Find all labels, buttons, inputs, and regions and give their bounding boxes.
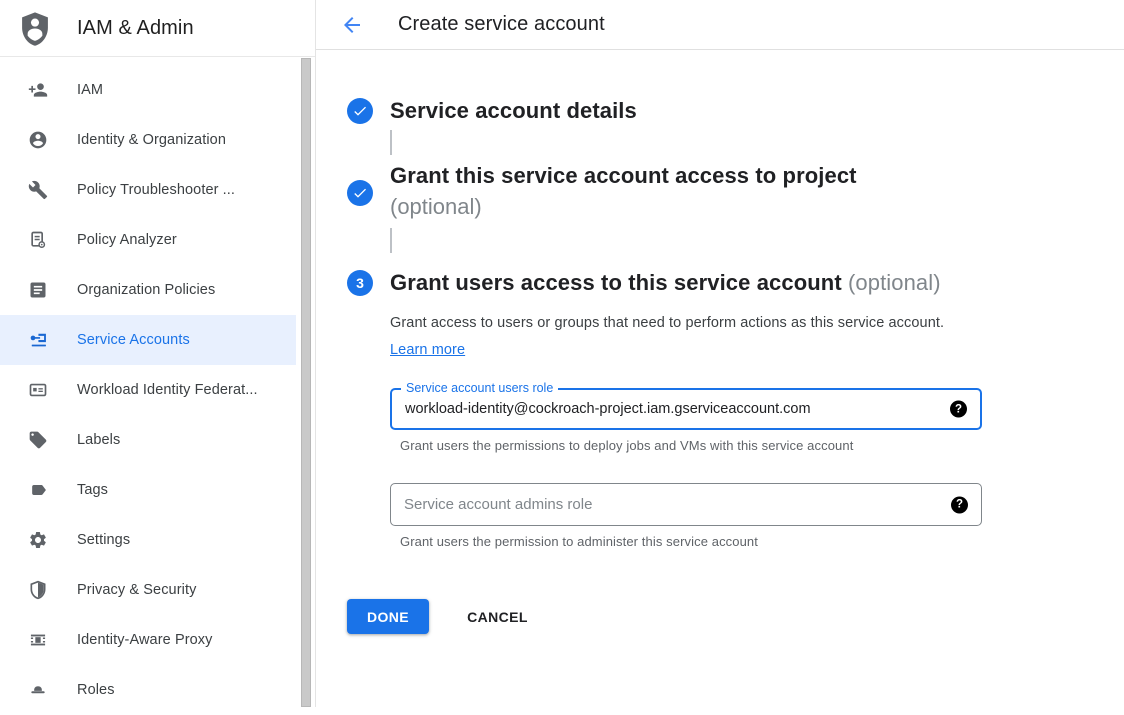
sidebar-item-privacy-security[interactable]: Privacy & Security [0, 565, 296, 615]
users-role-helper-text: Grant users the permissions to deploy jo… [400, 438, 982, 453]
step-description-text: Grant access to users or groups that nee… [390, 315, 944, 331]
sidebar-item-label: Service Accounts [77, 332, 190, 348]
step-number: 3 [356, 275, 364, 291]
roles-hat-icon [28, 680, 48, 700]
stepper-content: Service account details Grant this servi… [316, 50, 1124, 634]
account-circle-icon [28, 130, 48, 150]
users-role-field-container: Service account users role ? [390, 388, 982, 430]
article-icon [28, 280, 48, 300]
sidebar-item-policy-analyzer[interactable]: Policy Analyzer [0, 215, 296, 265]
step-description: Grant access to users or groups that nee… [390, 310, 946, 364]
sidebar-item-roles[interactable]: Roles [0, 665, 296, 715]
step-optional-label: (optional) [848, 270, 941, 295]
sidebar-item-settings[interactable]: Settings [0, 515, 296, 565]
sidebar-item-label: Roles [77, 682, 115, 698]
sidebar-item-label: Policy Troubleshooter ... [77, 182, 235, 198]
tag-arrow-icon [28, 480, 48, 500]
person-add-icon [28, 80, 48, 100]
help-icon[interactable]: ? [950, 401, 967, 418]
help-icon[interactable]: ? [951, 496, 968, 513]
policy-analyzer-icon [28, 230, 48, 250]
sidebar-item-label: Tags [77, 482, 108, 498]
step-title: Grant this service account access to pro… [390, 163, 857, 189]
sidebar-item-label: Labels [77, 432, 120, 448]
sidebar-item-identity-organization[interactable]: Identity & Organization [0, 115, 296, 165]
sidebar-header: IAM & Admin [0, 0, 315, 57]
service-account-key-icon [28, 330, 48, 350]
sidebar-item-policy-troubleshooter[interactable]: Policy Troubleshooter ... [0, 165, 296, 215]
sidebar-item-label: Organization Policies [77, 282, 215, 298]
step-title: Grant users access to this service accou… [390, 270, 982, 296]
learn-more-link[interactable]: Learn more [390, 342, 465, 358]
sidebar-item-labels[interactable]: Labels [0, 415, 296, 465]
sidebar-item-label: IAM [77, 82, 103, 98]
wrench-icon [28, 180, 48, 200]
sidebar-item-label: Privacy & Security [77, 582, 196, 598]
admins-role-input[interactable] [391, 484, 981, 525]
iam-admin-shield-logo-icon [17, 10, 53, 46]
step-1-service-account-details: Service account details [347, 98, 1100, 124]
step-optional-label: (optional) [390, 192, 857, 222]
users-role-field-label: Service account users role [401, 381, 558, 396]
step-connector [390, 130, 392, 155]
step-connector [390, 228, 392, 253]
sidebar-nav: IAM Identity & Organization Policy Troub… [0, 57, 315, 715]
shield-icon [28, 580, 48, 600]
sidebar-item-label: Identity-Aware Proxy [77, 632, 213, 648]
sidebar: IAM & Admin IAM Identity & Organization … [0, 0, 316, 707]
page-title: Create service account [398, 13, 605, 36]
sidebar-item-iam[interactable]: IAM [0, 65, 296, 115]
sidebar-item-tags[interactable]: Tags [0, 465, 296, 515]
back-arrow-icon[interactable] [340, 13, 364, 37]
admins-role-field-container: ? [390, 483, 982, 526]
step-3-grant-users-access: 3 Grant users access to this service acc… [347, 270, 1100, 549]
page-header: Create service account [316, 0, 1124, 50]
sidebar-item-label: Workload Identity Federat... [77, 382, 258, 398]
sidebar-scrollbar[interactable] [301, 58, 311, 707]
cancel-button[interactable]: CANCEL [459, 599, 536, 634]
step-title: Service account details [390, 98, 637, 124]
main-panel: Create service account Service account d… [316, 0, 1124, 707]
proxy-icon [28, 630, 48, 650]
admins-role-helper-text: Grant users the permission to administer… [400, 534, 982, 549]
sidebar-item-organization-policies[interactable]: Organization Policies [0, 265, 296, 315]
sidebar-item-workload-identity-federation[interactable]: Workload Identity Federat... [0, 365, 296, 415]
step-completed-check-icon [347, 180, 373, 206]
step-completed-check-icon [347, 98, 373, 124]
sidebar-item-identity-aware-proxy[interactable]: Identity-Aware Proxy [0, 615, 296, 665]
sidebar-item-label: Settings [77, 532, 130, 548]
done-button[interactable]: DONE [347, 599, 429, 634]
gear-icon [28, 530, 48, 550]
sidebar-item-service-accounts[interactable]: Service Accounts [0, 315, 296, 365]
sidebar-item-label: Identity & Organization [77, 132, 226, 148]
badge-card-icon [28, 380, 48, 400]
label-tag-icon [28, 430, 48, 450]
sidebar-item-label: Policy Analyzer [77, 232, 177, 248]
form-actions: DONE CANCEL [347, 599, 1100, 634]
product-title: IAM & Admin [77, 17, 194, 40]
step-2-grant-access-to-project: Grant this service account access to pro… [347, 163, 1100, 222]
step-title-text: Grant users access to this service accou… [390, 270, 842, 295]
step-number-badge: 3 [347, 270, 373, 296]
